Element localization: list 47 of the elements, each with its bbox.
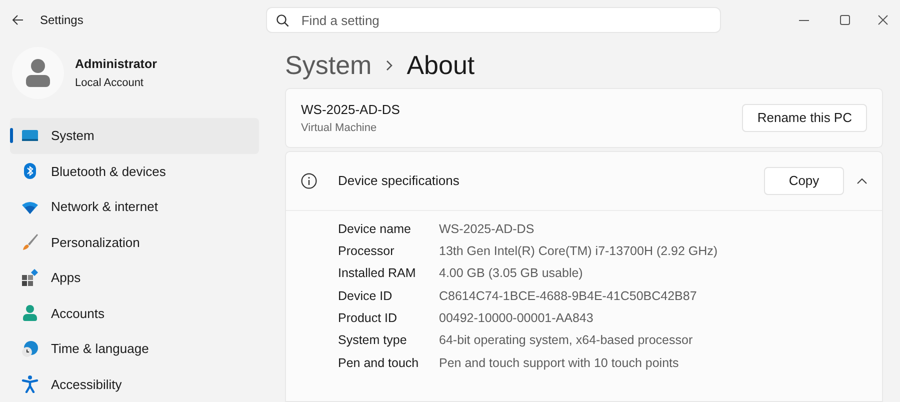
spec-label: Device name — [338, 220, 412, 238]
spec-label: Product ID — [338, 310, 398, 327]
copy-button[interactable]: Copy — [764, 167, 844, 195]
sidebar-item[interactable]: Time & language — [10, 331, 259, 366]
maximize-icon[interactable] — [840, 15, 850, 25]
sidebar-item[interactable]: Bluetooth & devices — [10, 154, 259, 189]
accessibility-icon — [21, 375, 39, 394]
brush-icon — [21, 233, 39, 252]
spec-label: Processor — [338, 243, 396, 260]
account-name: Administrator — [75, 56, 157, 73]
accounts-icon — [21, 304, 39, 322]
search-field[interactable]: Find a setting — [266, 7, 722, 33]
sidebar-item[interactable]: System — [10, 118, 259, 154]
back-arrow-icon[interactable] — [12, 14, 24, 26]
breadcrumb-parent[interactable]: System — [285, 46, 372, 84]
spec-label: Pen and touch — [338, 354, 420, 372]
rename-button[interactable]: Rename this PC — [742, 104, 867, 132]
close-icon[interactable] — [878, 15, 888, 25]
spec-value: 00492-10000-00001-AA843 — [439, 310, 594, 327]
time-icon — [21, 340, 39, 358]
spec-value: 64-bit operating system, x64-based processor — [439, 332, 693, 350]
sidebar-item[interactable]: Accessibility — [10, 366, 259, 402]
chevron-right-icon — [386, 60, 393, 70]
section-title: Device specifications — [338, 172, 460, 190]
spec-label: System type — [338, 332, 408, 350]
spec-label: Installed RAM — [338, 265, 417, 282]
sidebar-item[interactable]: Accounts — [10, 296, 259, 331]
sidebar-item[interactable]: Network & internet — [10, 189, 259, 224]
sidebar-item[interactable]: Apps — [10, 260, 259, 296]
spec-value: 4.00 GB (3.05 GB usable) — [439, 265, 583, 282]
pc-name: WS-2025-AD-DS — [301, 101, 400, 119]
chevron-icon[interactable] — [857, 178, 867, 184]
spec-value: 13th Gen Intel(R) Core(TM) i7-13700H (2.92 GHz) — [439, 243, 718, 260]
spec-label: Device ID — [338, 288, 394, 305]
info-icon — [301, 173, 317, 189]
spec-value: Pen and touch support with 10 touch points — [439, 354, 679, 372]
page-title: About — [406, 48, 475, 82]
window-title: Settings — [40, 12, 84, 29]
bluetooth-icon — [21, 162, 39, 180]
spec-value: C8614C74-1BCE-4688-9B4E-41C50BC42B87 — [439, 288, 697, 305]
sidebar-item[interactable]: Personalization — [10, 224, 259, 260]
search-icon — [276, 14, 290, 26]
pc-subtitle: Virtual Machine — [301, 120, 378, 136]
apps-icon — [21, 268, 39, 287]
spec-value: WS-2025-AD-DS — [439, 220, 534, 238]
selection-indicator — [10, 128, 13, 143]
account-type: Local Account — [75, 76, 144, 91]
